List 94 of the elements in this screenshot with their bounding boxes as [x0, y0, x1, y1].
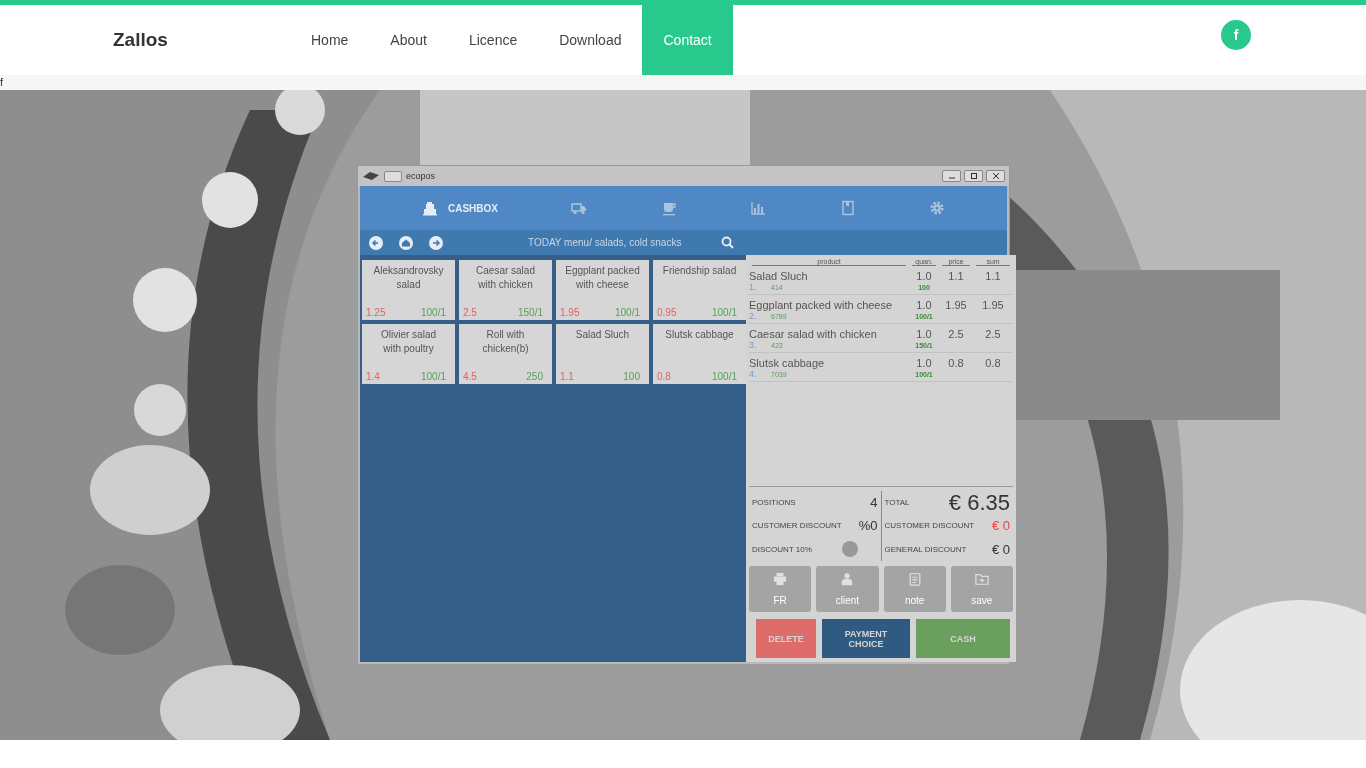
product-price: 0.8 [657, 371, 671, 382]
product-tile[interactable]: Friendship salad 0.95 100/1 [653, 260, 746, 320]
row-number: 1. [749, 282, 758, 292]
quantity: 1.0 [915, 357, 933, 369]
product-name: Eggplant packed with cheese [564, 264, 640, 292]
product-tile[interactable]: Salad Sluch 1.1 100 [556, 324, 649, 384]
person-icon [840, 571, 855, 586]
discount-toggle[interactable] [841, 541, 858, 558]
bar-chart-icon [750, 200, 767, 216]
summary-label: GENERAL DISCOUNT [884, 544, 967, 554]
back-button[interactable] [368, 234, 384, 251]
cashbox-tab[interactable]: CASHBOX [420, 198, 500, 218]
product-price: 2.5 [463, 307, 477, 318]
truck-icon [571, 200, 588, 216]
product-name: Aleksandrovsky salad [372, 264, 445, 292]
product-tile[interactable]: Slutsk cabbage 0.8 100/1 [653, 324, 746, 384]
product-name: Salad Sluch [749, 270, 809, 282]
price: 2.5 [947, 328, 965, 340]
nav-link[interactable]: About [369, 5, 448, 75]
summary-value: € 0 [991, 541, 1010, 557]
summary-label: CUSTOMER DISCOUNT [884, 521, 975, 531]
search-icon[interactable] [721, 236, 734, 249]
payment-button[interactable]: PAYMENT CHOICE [822, 619, 910, 658]
product-weight: 100 [623, 371, 640, 382]
register-icon [422, 200, 438, 216]
nav-link[interactable]: Download [538, 5, 643, 75]
window-title: ecopos [406, 171, 436, 181]
app-logo-icon [362, 171, 380, 181]
row-number: 3. [749, 340, 758, 350]
stray-text: f [0, 76, 4, 88]
product-tile[interactable]: Eggplant packed with cheese 1.95 100/1 [556, 260, 649, 320]
product-weight: 100/1 [614, 307, 640, 318]
summary-label: CUSTOMER DISCOUNT [752, 521, 842, 531]
product-name: Friendship salad [661, 264, 737, 278]
product-name: Slutsk cabbage [664, 328, 735, 342]
summary-label: DISCOUNT 10% [752, 544, 812, 554]
row-number: 4. [749, 369, 758, 379]
home-button[interactable] [398, 234, 414, 251]
quantity: 1.0 [915, 299, 933, 311]
forward-button[interactable] [428, 234, 444, 251]
site-logo: Zallos [113, 28, 169, 52]
note-icon [907, 571, 922, 586]
settings-icon [928, 200, 945, 216]
price: 0.8 [947, 357, 965, 369]
product-weight: 100/1 [420, 307, 446, 318]
product-price: 1.95 [560, 307, 580, 318]
product-tile[interactable]: Olivier salad with poultry 1.4 100/1 [362, 324, 455, 384]
folder-icon [974, 571, 989, 586]
product-name: Olivier salad with poultry [380, 328, 437, 356]
maximize-icon [969, 173, 978, 179]
cup-icon [660, 200, 677, 216]
sum: 1.95 [981, 299, 1005, 311]
summary-value: %0 [858, 518, 878, 534]
sum: 0.8 [984, 357, 1002, 369]
maximize-button[interactable] [964, 170, 983, 182]
product-weight: 100/1 [711, 371, 737, 382]
quantity: 1.0 [915, 270, 933, 282]
total-amount: € 6.35 [948, 489, 1010, 516]
price: 1.1 [947, 270, 965, 282]
product-name: Eggplant packed with cheese [749, 299, 894, 311]
product-name: Caesar salad with chicken [749, 328, 878, 340]
summary-value: € 0 [991, 518, 1010, 534]
product-weight: 150/1 [517, 307, 543, 318]
product-name: Slutsk cabbage [749, 357, 826, 369]
summary-label: POSITIONS [752, 498, 796, 508]
summary-label: TOTAL [884, 498, 910, 508]
sum: 1.1 [984, 270, 1002, 282]
price: 1.95 [944, 299, 968, 311]
close-button[interactable] [986, 170, 1005, 182]
product-weight: 100/1 [711, 307, 737, 318]
breadcrumb: TODAY menu/ salads, cold snacks [528, 237, 682, 248]
product-tile[interactable]: Roll with chicken(b) 4.5 250 [459, 324, 552, 384]
product-name: Roll with chicken(b) [481, 328, 530, 356]
product-weight: 250 [526, 371, 543, 382]
product-price: 1.1 [560, 371, 574, 382]
product-name: Caesar salad with chicken [475, 264, 536, 292]
printer-icon [773, 571, 788, 586]
close-icon [991, 173, 1000, 179]
product-weight: 100/1 [420, 371, 446, 382]
quantity: 1.0 [915, 328, 933, 340]
product-tile[interactable]: Aleksandrovsky salad 1.25 100/1 [362, 260, 455, 320]
product-price: 0.95 [657, 307, 677, 318]
summary-value: 4 [870, 495, 878, 511]
book-icon [839, 200, 856, 216]
product-price: 1.4 [366, 371, 380, 382]
sum: 2.5 [984, 328, 1002, 340]
product-name: Salad Sluch [574, 328, 631, 342]
nav-link[interactable]: Licence [447, 5, 539, 75]
product-tile[interactable]: Caesar salad with chicken 2.5 150/1 [459, 260, 552, 320]
menu-button[interactable] [384, 170, 402, 182]
row-number: 2. [749, 311, 758, 321]
product-price: 1.25 [366, 307, 386, 318]
product-price: 4.5 [463, 371, 477, 382]
nav-link[interactable]: Home [290, 5, 370, 75]
